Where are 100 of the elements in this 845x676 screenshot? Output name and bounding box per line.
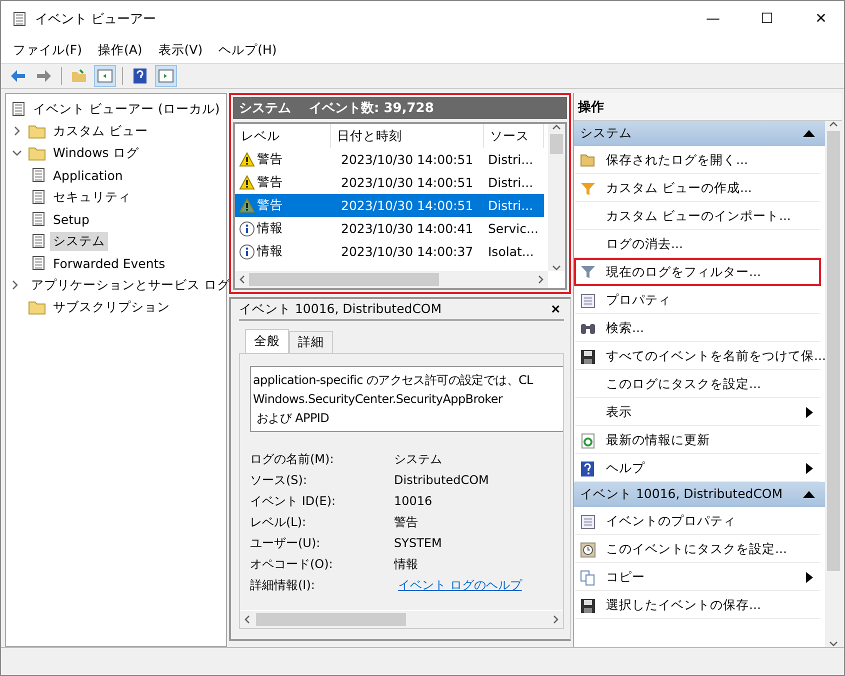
maximize-button[interactable]: ☐: [744, 1, 790, 37]
table-cell: Isolat...: [488, 244, 534, 259]
action-item[interactable]: カスタム ビューの作成...: [606, 180, 819, 197]
section-header[interactable]: イベント 10016, DistributedCOM: [574, 482, 825, 507]
property-value: DistributedCOM: [394, 472, 489, 489]
action-item[interactable]: プロパティ: [606, 292, 819, 309]
scroll-up-icon[interactable]: [829, 121, 838, 127]
tab[interactable]: 全般: [245, 329, 289, 353]
action-item[interactable]: 保存されたログを開く...: [606, 152, 819, 169]
scrollbar[interactable]: [825, 121, 842, 647]
section-header[interactable]: システム: [574, 121, 825, 146]
menu-item[interactable]: 表示(V): [150, 38, 211, 62]
action-item[interactable]: コピー: [606, 569, 796, 586]
action-item[interactable]: 表示: [606, 404, 796, 421]
warning-icon: [239, 175, 255, 190]
menu-item[interactable]: ヘルプ(H): [210, 38, 285, 62]
warning-icon: [239, 198, 255, 213]
menu-item[interactable]: ファイル(F): [5, 38, 90, 62]
actions-header: 操作: [574, 93, 842, 121]
tree-item[interactable]: Windows ログ: [50, 144, 142, 162]
table-cell: 情報: [257, 220, 283, 237]
collapse-icon[interactable]: [803, 491, 815, 498]
chevron-right-icon[interactable]: [10, 280, 20, 290]
section-title: システム: [580, 125, 632, 142]
forward-arrow-icon: [36, 69, 52, 83]
property-label: 詳細情報(I):: [250, 577, 316, 594]
action-item[interactable]: 選択したイベントの保存...: [606, 597, 819, 614]
table-cell-text: 2023/10/30 14:00:51: [340, 152, 474, 167]
log-icon: [30, 189, 46, 205]
tree-item[interactable]: アプリケーションとサービス ログ: [28, 276, 233, 294]
table-cell: 警告: [257, 174, 283, 191]
collapse-icon[interactable]: [803, 130, 815, 137]
properties-icon: [580, 292, 596, 308]
action-item[interactable]: 検索...: [606, 320, 819, 337]
minimize-button[interactable]: —: [690, 1, 736, 37]
property-label: イベント ID(E):: [250, 493, 337, 510]
submenu-arrow-icon: [806, 463, 813, 474]
action-item[interactable]: すべてのイベントを名前をつけて保...: [606, 348, 825, 365]
scroll-down-icon[interactable]: [829, 641, 838, 647]
scrollbar[interactable]: [235, 271, 548, 288]
tree-item[interactable]: カスタム ビュー: [50, 122, 151, 140]
property-label: ソース(S):: [250, 472, 308, 489]
action-item[interactable]: ログの消去...: [606, 236, 819, 253]
message-line: および APPID: [256, 410, 330, 427]
tree-item[interactable]: システム: [50, 232, 108, 250]
section-title: イベント 10016, DistributedCOM: [580, 486, 783, 503]
action-item[interactable]: 最新の情報に更新: [606, 432, 819, 449]
scroll-left-icon[interactable]: [239, 275, 245, 284]
chevron-right-icon[interactable]: [12, 126, 22, 136]
action-item[interactable]: ヘルプ: [606, 460, 796, 477]
folder-icon: [580, 152, 596, 166]
submenu-arrow-icon: [806, 572, 813, 583]
pane-toggle-button[interactable]: [94, 65, 116, 87]
scroll-right-icon[interactable]: [553, 615, 559, 624]
scrollbar[interactable]: [548, 124, 565, 271]
table-cell: Distri...: [488, 175, 534, 190]
property-value: 警告: [394, 514, 418, 531]
close-button[interactable]: ×: [547, 300, 564, 318]
property-value: 情報: [394, 556, 418, 573]
info-icon: [239, 220, 255, 236]
scroll-thumb[interactable]: [256, 613, 406, 626]
tree-item[interactable]: イベント ビューアー (ローカル): [30, 100, 223, 118]
scroll-thumb[interactable]: [249, 273, 439, 286]
scroll-right-icon[interactable]: [538, 275, 544, 284]
tree-item[interactable]: Application: [50, 166, 126, 184]
action-pane-button[interactable]: [155, 65, 177, 87]
table-cell: Servic...: [488, 221, 538, 236]
tree-item[interactable]: サブスクリプション: [50, 298, 173, 316]
action-item[interactable]: カスタム ビューのインポート...: [606, 208, 819, 225]
tree-item[interactable]: Forwarded Events: [50, 254, 168, 272]
property-label: オペコード(O):: [250, 556, 334, 573]
tree-item[interactable]: セキュリティ: [50, 188, 134, 206]
table-cell: Distri...: [488, 198, 534, 213]
action-item[interactable]: このイベントにタスクを設定...: [606, 541, 819, 558]
property-label: ログの名前(M):: [250, 451, 335, 468]
message-line: Windows.SecurityCenter.SecurityAppBroker: [253, 391, 504, 408]
folder-icon: [28, 123, 46, 139]
scroll-left-icon[interactable]: [244, 615, 250, 624]
table-cell-text: 2023/10/30 14:00:51: [340, 175, 474, 190]
window-title: イベント ビューアー: [35, 11, 158, 28]
action-item[interactable]: このログにタスクを設定...: [606, 376, 819, 393]
tab[interactable]: 詳細: [289, 331, 333, 353]
close-button[interactable]: ✕: [798, 1, 844, 37]
submenu-arrow-icon: [806, 407, 813, 418]
scroll-thumb[interactable]: [550, 134, 563, 154]
detail-title: イベント 10016, DistributedCOM: [239, 300, 442, 318]
help-link[interactable]: イベント ログのヘルプ: [398, 576, 522, 594]
scroll-down-icon[interactable]: [552, 265, 561, 271]
property-value: システム: [394, 451, 442, 468]
message-line: application-specific のアクセス許可の設定では、CL: [253, 372, 534, 389]
chevron-down-icon[interactable]: [12, 148, 22, 158]
action-item[interactable]: イベントのプロパティ: [606, 513, 819, 530]
log-icon: [30, 211, 46, 227]
scroll-up-icon[interactable]: [552, 124, 561, 130]
scroll-thumb[interactable]: [827, 131, 840, 571]
menu-item[interactable]: 操作(A): [90, 38, 150, 62]
tree-item[interactable]: Setup: [50, 210, 92, 228]
scrollbar[interactable]: [240, 610, 563, 628]
table-cell-text: 2023/10/30 14:00:51: [340, 198, 474, 213]
table-cell: Distri...: [488, 152, 534, 167]
